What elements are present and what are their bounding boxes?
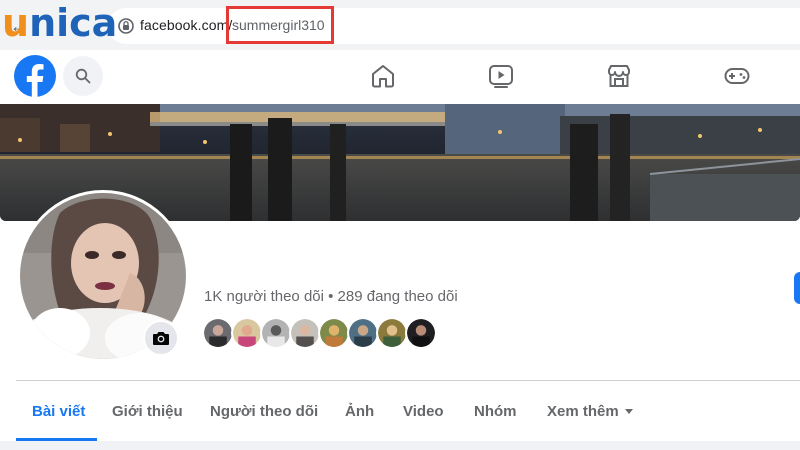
follower-avatar[interactable] <box>376 317 408 349</box>
tab-videos[interactable]: Video <box>403 403 444 420</box>
follower-avatar[interactable] <box>231 317 263 349</box>
tab-posts[interactable]: Bài viết <box>32 403 85 420</box>
follower-avatar[interactable] <box>202 317 234 349</box>
follower-avatar[interactable] <box>405 317 437 349</box>
section-divider <box>16 380 800 381</box>
search-button[interactable] <box>63 56 103 96</box>
follow-stats[interactable]: 1K người theo dõi • 289 đang theo dõi <box>204 288 458 305</box>
home-icon[interactable] <box>369 62 397 90</box>
tab-more[interactable]: Xem thêm <box>547 403 633 420</box>
tab-followers[interactable]: Người theo dõi <box>210 403 318 420</box>
follower-avatar[interactable] <box>260 317 292 349</box>
follower-avatar[interactable] <box>318 317 350 349</box>
unica-logo: u nica <box>2 2 117 44</box>
facebook-logo-icon[interactable] <box>14 55 56 97</box>
gaming-icon[interactable] <box>723 62 751 90</box>
change-avatar-button[interactable] <box>143 320 179 356</box>
url-highlight-box <box>226 6 334 44</box>
logo-letters-rest: nica <box>29 1 118 45</box>
search-icon <box>75 68 91 84</box>
facebook-top-nav <box>0 50 800 104</box>
page-background-strip <box>0 441 800 450</box>
chevron-down-icon <box>624 409 633 414</box>
follower-avatar[interactable] <box>289 317 321 349</box>
tab-more-label: Xem thêm <box>547 403 619 420</box>
camera-icon <box>153 332 169 345</box>
tab-about[interactable]: Giới thiệu <box>112 403 183 420</box>
watch-icon[interactable] <box>487 62 515 90</box>
follower-avatar[interactable] <box>347 317 379 349</box>
marketplace-icon[interactable] <box>605 62 633 90</box>
tab-groups[interactable]: Nhóm <box>474 403 517 420</box>
site-info-icon[interactable] <box>118 18 134 34</box>
tab-photos[interactable]: Ảnh <box>345 403 374 420</box>
url-domain-text: facebook.com/ <box>140 17 233 33</box>
profile-action-button[interactable] <box>794 272 800 304</box>
logo-letter-u: u <box>2 1 30 45</box>
